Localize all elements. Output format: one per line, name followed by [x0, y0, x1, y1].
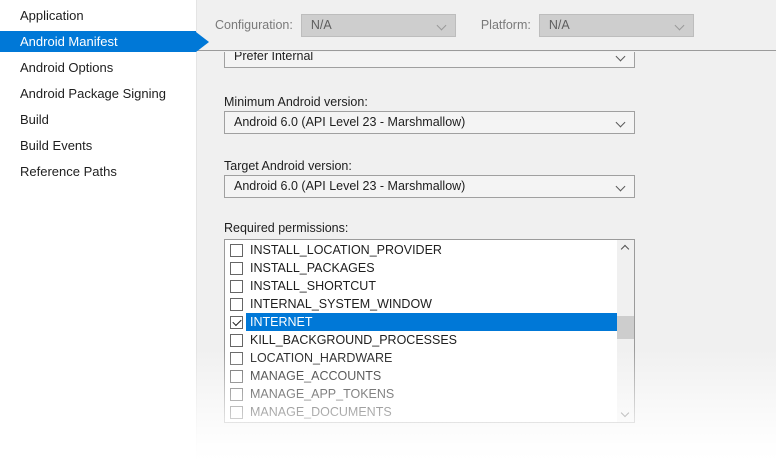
permission-checkbox[interactable] [230, 261, 243, 275]
platform-select: N/A [538, 13, 694, 37]
permission-row[interactable]: LOCATION_HARDWARE [225, 349, 617, 367]
required-permissions-label: Required permissions: [224, 221, 349, 235]
permission-row[interactable]: INSTALL_PACKAGES [225, 259, 617, 277]
permission-checkbox[interactable] [230, 243, 243, 257]
permission-row[interactable]: INTERNET [225, 313, 617, 331]
target-version-select[interactable]: Android 6.0 (API Level 23 - Marshmallow) [224, 175, 635, 198]
permissions-listbox: INSTALL_LOCATION_PROVIDER INSTALL_PACKAG… [224, 239, 635, 423]
permission-name: MANAGE_ACCOUNTS [250, 369, 382, 383]
sidebar-item-label: Build Events [20, 138, 93, 153]
configuration-value: N/A [310, 17, 332, 32]
sidebar-item-label: Build [20, 112, 49, 127]
permission-checkbox[interactable] [230, 315, 243, 329]
chevron-up-icon [620, 244, 630, 254]
permission-row[interactable]: MANAGE_ACCOUNTS [225, 367, 617, 385]
sidebar-item-label: Reference Paths [20, 164, 117, 179]
permission-checkbox[interactable] [230, 387, 243, 401]
permission-row[interactable]: INSTALL_SHORTCUT [225, 277, 617, 295]
manifest-settings-panel: Configuration: N/A Platform: N/A Prefer … [196, 0, 776, 461]
permissions-rows: INSTALL_LOCATION_PROVIDER INSTALL_PACKAG… [225, 241, 617, 421]
project-properties-page: Application Android Manifest Android Opt… [0, 0, 776, 461]
chevron-down-icon [620, 408, 630, 418]
sidebar-item-label: Android Package Signing [20, 86, 166, 101]
permission-name: INTERNET [246, 313, 617, 331]
permission-row[interactable]: MANAGE_DOCUMENTS [225, 403, 617, 421]
sidebar-item-label: Android Manifest [20, 34, 118, 49]
permission-name: KILL_BACKGROUND_PROCESSES [250, 333, 458, 347]
platform-value: N/A [548, 17, 570, 32]
sidebar-item-build[interactable]: Build [0, 107, 196, 133]
permission-checkbox[interactable] [230, 405, 243, 419]
permission-row[interactable]: KILL_BACKGROUND_PROCESSES [225, 331, 617, 349]
install-location-select[interactable]: Prefer Internal [224, 52, 635, 68]
permission-checkbox[interactable] [230, 351, 243, 365]
configuration-bar: Configuration: N/A Platform: N/A [197, 0, 776, 51]
permission-checkbox[interactable] [230, 279, 243, 293]
scroll-down-button[interactable] [617, 407, 634, 422]
min-version-select[interactable]: Android 6.0 (API Level 23 - Marshmallow) [224, 111, 635, 134]
target-version-label: Target Android version: [224, 159, 352, 173]
configuration-select: N/A [300, 13, 456, 37]
permission-name: LOCATION_HARDWARE [250, 351, 393, 365]
permission-row[interactable]: MANAGE_APP_TOKENS [225, 385, 617, 403]
permission-row[interactable]: INSTALL_LOCATION_PROVIDER [225, 241, 617, 259]
permission-row[interactable]: INTERNAL_SYSTEM_WINDOW [225, 295, 617, 313]
sidebar-item-android-package-signing[interactable]: Android Package Signing [0, 81, 196, 107]
sidebar-item-label: Application [20, 8, 84, 23]
target-version-value: Android 6.0 (API Level 23 - Marshmallow) [234, 179, 466, 193]
platform-label: Platform: [480, 18, 531, 32]
sidebar-item-build-events[interactable]: Build Events [0, 133, 196, 159]
permission-name: INTERNAL_SYSTEM_WINDOW [250, 297, 432, 311]
scrollbar-thumb[interactable] [617, 316, 634, 339]
permission-name: MANAGE_APP_TOKENS [250, 387, 395, 401]
permission-name: INSTALL_LOCATION_PROVIDER [250, 243, 442, 257]
permission-checkbox[interactable] [230, 369, 243, 383]
permission-checkbox[interactable] [230, 333, 243, 347]
sidebar-item-android-manifest[interactable]: Android Manifest [0, 31, 209, 52]
min-version-label: Minimum Android version: [224, 95, 368, 109]
configuration-label: Configuration: [215, 18, 293, 32]
scrollable-form-area: Prefer Internal Minimum Android version:… [197, 52, 776, 461]
properties-sidebar: Application Android Manifest Android Opt… [0, 0, 209, 461]
permission-name: INSTALL_SHORTCUT [250, 279, 376, 293]
scroll-up-button[interactable] [617, 240, 634, 255]
permission-checkbox[interactable] [230, 297, 243, 311]
sidebar-item-application[interactable]: Application [0, 3, 196, 29]
permission-name: MANAGE_DOCUMENTS [250, 405, 392, 419]
sidebar-item-reference-paths[interactable]: Reference Paths [0, 159, 196, 185]
permission-name: INSTALL_PACKAGES [250, 261, 375, 275]
vertical-scrollbar[interactable] [617, 240, 634, 422]
min-version-value: Android 6.0 (API Level 23 - Marshmallow) [234, 115, 466, 129]
sidebar-item-label: Android Options [20, 60, 114, 75]
sidebar-item-android-options[interactable]: Android Options [0, 55, 196, 81]
selected-arrow-icon [196, 31, 209, 52]
install-location-value: Prefer Internal [234, 52, 314, 63]
